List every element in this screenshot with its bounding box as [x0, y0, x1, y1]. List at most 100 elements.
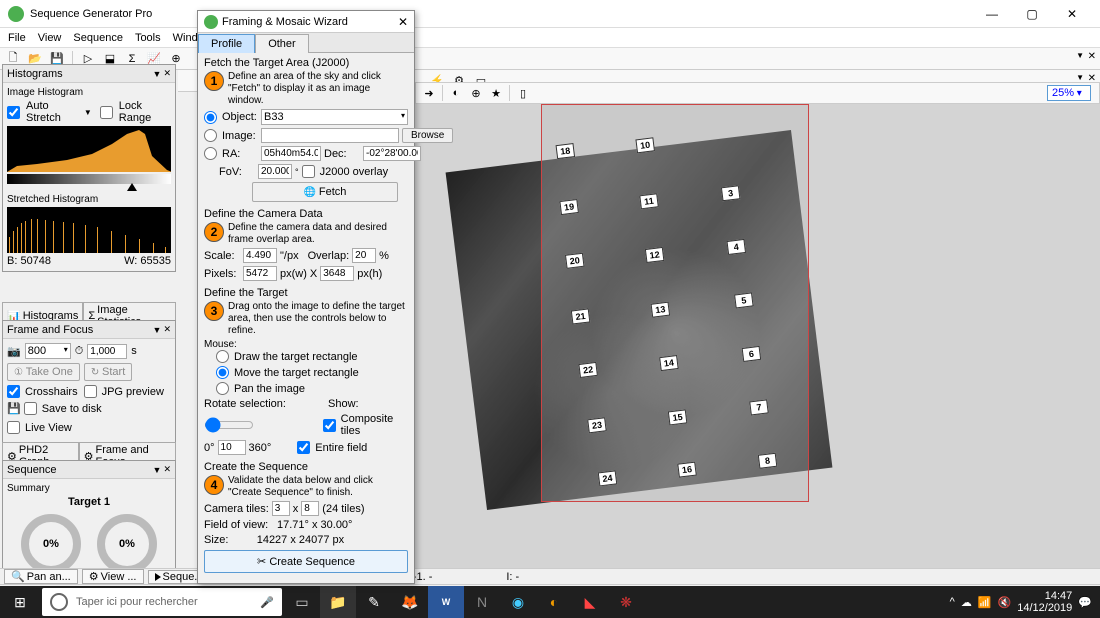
clock[interactable]: 14:47 14/12/2019 — [1017, 590, 1072, 614]
rotation-spinner[interactable] — [218, 440, 246, 455]
j2000-checkbox[interactable] — [302, 165, 315, 178]
object-combo[interactable]: B33 — [261, 109, 408, 125]
menu-tools[interactable]: Tools — [135, 32, 161, 44]
exposure-combo[interactable]: 800 — [25, 343, 71, 359]
tile-label[interactable]: 20 — [565, 253, 585, 269]
maximize-button[interactable]: ▢ — [1012, 7, 1052, 21]
draw-radio[interactable] — [216, 350, 229, 363]
panel-close-icon[interactable]: ✕ — [163, 464, 171, 475]
tile-label[interactable]: 23 — [587, 417, 607, 433]
auto-stretch-caret-icon[interactable]: ▼ — [84, 108, 92, 117]
scale-spinner[interactable] — [243, 248, 277, 263]
cloud-icon[interactable]: ☁ — [961, 596, 972, 609]
tab-other[interactable]: Other — [255, 34, 309, 53]
fov-spinner[interactable] — [258, 164, 292, 179]
menu-file[interactable]: File — [8, 32, 26, 44]
app3-icon[interactable]: N — [464, 586, 500, 618]
tile-label[interactable]: 7 — [749, 399, 769, 415]
menu-view[interactable]: View — [38, 32, 62, 44]
firefox-icon[interactable]: 🦊 — [392, 586, 428, 618]
tile-label[interactable]: 16 — [677, 462, 697, 478]
word-icon[interactable]: W — [428, 586, 464, 618]
app5-icon[interactable]: ◣ — [572, 586, 608, 618]
tile-label[interactable]: 3 — [721, 185, 741, 201]
app6-icon[interactable]: ❋ — [608, 586, 644, 618]
dialog-titlebar[interactable]: Framing & Mosaic Wizard ✕ — [198, 11, 414, 33]
minimize-button[interactable]: — — [972, 7, 1012, 21]
tile-label[interactable]: 15 — [668, 409, 688, 425]
tile-label[interactable]: 19 — [559, 199, 579, 215]
panel-close-icon[interactable]: ✕ — [163, 324, 171, 335]
panel-dropdown-icon[interactable]: ▼ — [153, 465, 162, 475]
start-button[interactable]: ⊞ — [0, 586, 40, 618]
object-radio[interactable] — [204, 111, 217, 124]
lock-range-checkbox[interactable] — [100, 106, 113, 119]
panel-close-icon[interactable]: ✕ — [163, 68, 171, 79]
fetch-button[interactable]: 🌐 Fetch — [252, 182, 398, 202]
tile-label[interactable]: 22 — [578, 362, 598, 378]
pixels-w-spinner[interactable] — [243, 266, 277, 281]
close-button[interactable]: ✕ — [1052, 7, 1092, 21]
crosshair-icon[interactable]: ⊕ — [467, 84, 485, 102]
app2-icon[interactable]: ✎ — [356, 586, 392, 618]
tab-view[interactable]: ⚙View ... — [82, 569, 144, 584]
composite-checkbox[interactable] — [323, 419, 336, 432]
tab-profile[interactable]: Profile — [198, 34, 255, 53]
dec-input[interactable] — [363, 146, 421, 161]
panel-dropdown-icon[interactable]: ▼ — [153, 69, 162, 79]
dialog-close-icon[interactable]: ✕ — [398, 15, 408, 29]
rotation-slider[interactable] — [204, 417, 254, 433]
tiles-x-spinner[interactable] — [272, 501, 290, 516]
image-path-input[interactable] — [261, 128, 399, 143]
tile-label[interactable]: 21 — [571, 308, 591, 324]
wifi-icon[interactable]: 📶 — [978, 596, 992, 609]
ra-radio[interactable] — [204, 147, 217, 160]
pan-radio[interactable] — [216, 382, 229, 395]
tile-grid[interactable]: 1810191132012421135221462315724168 — [500, 104, 847, 517]
auto-stretch-checkbox[interactable] — [7, 106, 20, 119]
tile-label[interactable]: 6 — [742, 346, 762, 362]
save-checkbox[interactable] — [24, 402, 37, 415]
start-button[interactable]: ↻ Start — [84, 363, 132, 381]
tile-label[interactable]: 14 — [659, 355, 679, 371]
image-radio[interactable] — [204, 129, 217, 142]
tile-label[interactable]: 12 — [645, 247, 665, 263]
panel-icon[interactable]: ▯ — [514, 84, 532, 102]
tile-label[interactable]: 13 — [651, 302, 671, 318]
gradient-slider[interactable] — [7, 174, 171, 184]
zoom-combo[interactable]: 25% ▾ — [1047, 85, 1091, 101]
app1-icon[interactable]: 📁 — [320, 586, 356, 618]
tile-label[interactable]: 11 — [639, 193, 659, 209]
take-one-button[interactable]: ① Take One — [7, 363, 80, 381]
menu-sequence[interactable]: Sequence — [73, 32, 123, 44]
tile-label[interactable]: 24 — [598, 470, 618, 486]
tile-label[interactable]: 5 — [734, 292, 754, 308]
tiles-y-spinner[interactable] — [301, 501, 319, 516]
tile-label[interactable]: 18 — [556, 143, 576, 159]
ra-input[interactable] — [261, 146, 321, 161]
liveview-checkbox[interactable] — [7, 421, 20, 434]
tile-label[interactable]: 8 — [758, 453, 778, 469]
search-box[interactable]: Taper ici pour rechercher 🎤 — [42, 588, 282, 616]
jpg-checkbox[interactable] — [84, 385, 97, 398]
star-icon[interactable]: ★ — [487, 84, 505, 102]
panel-dropdown-icon[interactable]: ▼ — [153, 325, 162, 335]
dropdown-caret-icon[interactable]: ▼ — [1076, 73, 1084, 82]
app4-icon[interactable]: ◉ — [500, 586, 536, 618]
contrast-icon[interactable]: ◐ — [447, 84, 465, 102]
tile-label[interactable]: 4 — [726, 239, 746, 255]
crosshairs-checkbox[interactable] — [7, 385, 20, 398]
gradient-handle-icon[interactable] — [127, 183, 137, 191]
tab-pan[interactable]: 🔍Pan an... — [4, 569, 78, 584]
dropdown-caret-icon[interactable]: ▼ — [1076, 51, 1084, 60]
image-preview-area[interactable]: 1810191132012421135221462315724168 — [415, 104, 1100, 568]
duration-input[interactable] — [87, 344, 127, 359]
browse-button[interactable]: Browse — [402, 128, 453, 143]
pixels-h-spinner[interactable] — [320, 266, 354, 281]
notifications-icon[interactable]: 💬 — [1078, 596, 1092, 609]
tray-caret-icon[interactable]: ^ — [950, 596, 955, 608]
taskview-icon[interactable]: ▭ — [284, 586, 320, 618]
create-sequence-button[interactable]: ✂ Create Sequence — [204, 550, 408, 573]
volume-icon[interactable]: 🔇 — [998, 596, 1012, 609]
arrow-right-icon[interactable]: ➜ — [420, 84, 438, 102]
